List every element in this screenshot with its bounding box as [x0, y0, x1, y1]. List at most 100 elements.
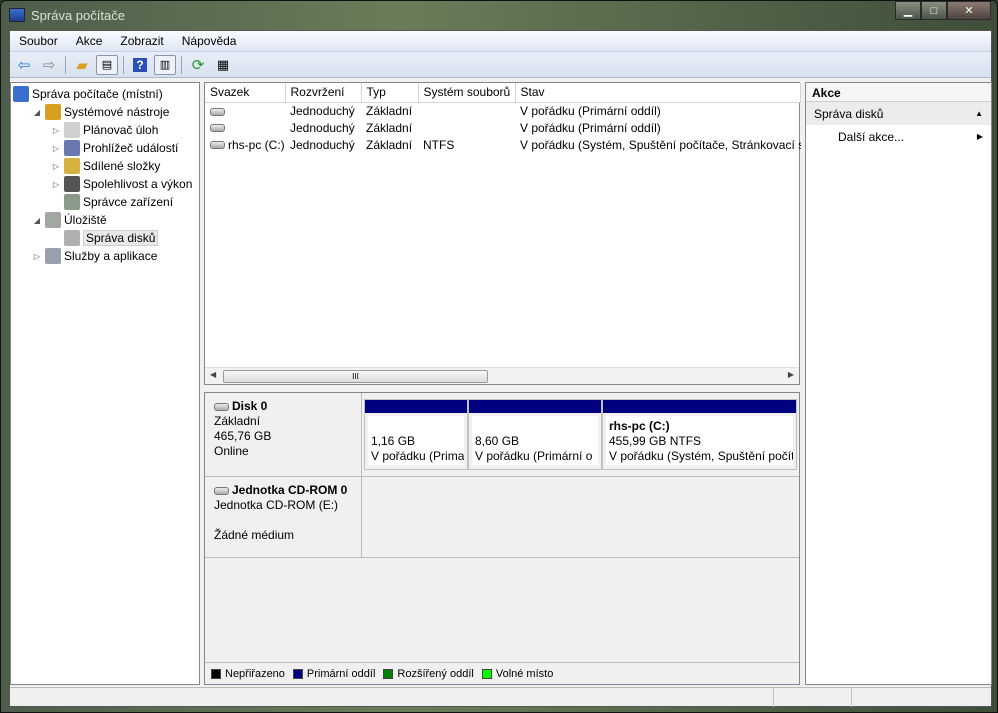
- menu-akce[interactable]: Akce: [67, 34, 112, 48]
- partition-size: 8,60 GB: [475, 434, 520, 448]
- properties-icon: ▦: [216, 56, 230, 72]
- back-button[interactable]: ⇦: [13, 55, 35, 75]
- expander-collapsed-icon[interactable]: ▷: [51, 180, 61, 189]
- partition-size: 1,16 GB: [371, 434, 416, 448]
- maximize-button[interactable]: □: [921, 1, 947, 20]
- window: Správa počítače ▁ □ ✕ Soubor Akce Zobraz…: [0, 0, 998, 713]
- help-button[interactable]: ?: [129, 55, 151, 75]
- collapse-up-icon: ▲: [975, 109, 983, 118]
- disk-row-disk-0[interactable]: Disk 0 Základní 465,76 GB Online 1,16 GB…: [205, 393, 799, 477]
- horizontal-scrollbar[interactable]: ◀ III ▶: [205, 367, 799, 384]
- table-row[interactable]: Jednoduchý Základní V pořádku (Primární od…: [205, 119, 801, 136]
- expander-collapsed-icon[interactable]: ▷: [32, 252, 42, 261]
- tree-node-label: Prohlížeč událostí: [83, 141, 179, 155]
- table-cell: rhs-pc (C:): [205, 136, 285, 153]
- primary-partition-bar: [603, 400, 796, 413]
- table-row[interactable]: Jednoduchý Základní V pořádku (Primární od…: [205, 102, 801, 119]
- tree-node[interactable]: ▷ Sdílené složky: [11, 157, 199, 175]
- column-header[interactable]: Stav: [515, 83, 801, 103]
- show-hide-tree-icon: ▤: [101, 59, 113, 71]
- tree-node-label: Správa disků: [83, 230, 159, 246]
- tree-node[interactable]: ◢ Systémové nástroje: [11, 103, 199, 121]
- expander-collapsed-icon[interactable]: ▷: [51, 126, 61, 135]
- legend-label: Rozšířený oddíl: [397, 667, 474, 680]
- show-hide-action-pane-icon: ▥: [159, 59, 171, 71]
- drive-letter: Jednotka CD-ROM (E:): [214, 498, 339, 512]
- disk-status: Online: [214, 444, 249, 458]
- navigation-tree: Správa počítače (místní) ◢ Systémové nástr…: [10, 82, 200, 685]
- menu-zobrazit[interactable]: Zobrazit: [111, 34, 172, 48]
- show-hide-action-pane-button[interactable]: ▥: [154, 54, 176, 75]
- refresh-icon: ⟳: [191, 56, 205, 74]
- actions-section[interactable]: Správa disků ▲: [806, 102, 991, 125]
- menu-bar: Soubor Akce Zobrazit Nápověda: [10, 31, 991, 52]
- table-cell: NTFS: [423, 137, 455, 152]
- minimize-button[interactable]: ▁: [895, 1, 921, 20]
- more-actions-item[interactable]: Další akce... ▶: [806, 125, 991, 148]
- expander-expanded-icon[interactable]: ◢: [32, 216, 42, 225]
- tree-node[interactable]: Správce zařízení: [11, 193, 199, 211]
- forward-button[interactable]: ⇨: [38, 55, 60, 75]
- tree-node[interactable]: Správa disků: [11, 229, 199, 247]
- show-hide-tree-button[interactable]: ▤: [96, 54, 118, 75]
- services-icon: [45, 248, 61, 264]
- help-icon: ?: [133, 57, 147, 72]
- title-bar: Správa počítače: [9, 5, 125, 25]
- scroll-right-icon[interactable]: ▶: [788, 370, 794, 379]
- actions-pane: Akce Správa disků ▲ Další akce... ▶: [805, 82, 992, 685]
- column-header[interactable]: Typ: [361, 83, 419, 103]
- tree-node-label: Spolehlivost a výkon: [83, 177, 193, 191]
- submenu-arrow-icon: ▶: [976, 132, 983, 141]
- expander-expanded-icon[interactable]: ◢: [32, 108, 42, 117]
- actions-section-label: Správa disků: [814, 106, 884, 121]
- partition-size: 455,99 GB NTFS: [609, 434, 702, 448]
- storage-icon: [45, 212, 61, 228]
- expander-collapsed-icon[interactable]: ▷: [51, 144, 61, 153]
- window-title: Správa počítače: [31, 7, 125, 23]
- client-area: Soubor Akce Zobrazit Nápověda ⇦ ⇨ ▰ ▤ ? …: [9, 30, 992, 707]
- table-row[interactable]: rhs-pc (C:) Jednoduchý Základní NTFS V pořád…: [205, 136, 801, 153]
- column-header[interactable]: Svazek: [205, 83, 286, 103]
- tree-node-label: Sdílené složky: [83, 159, 161, 173]
- primary-partition-bar: [469, 400, 601, 413]
- partition[interactable]: 1,16 GB V pořádku (Prima: [364, 399, 468, 470]
- disk-type: Základní: [214, 414, 261, 428]
- event-viewer-icon: [64, 140, 80, 156]
- tree-node[interactable]: Správa počítače (místní): [11, 85, 199, 103]
- disk-name: Disk 0: [232, 399, 268, 413]
- close-button[interactable]: ✕: [947, 1, 991, 20]
- tree-node-label: Systémové nástroje: [64, 105, 170, 119]
- partition-status: V pořádku (Systém, Spuštění počít: [609, 449, 793, 463]
- disk-status: Žádné médium: [214, 528, 295, 542]
- partition-name: rhs-pc (C:): [609, 419, 670, 433]
- tree-node[interactable]: ▷ Plánovač úloh: [11, 121, 199, 139]
- legend: Nepřiřazeno Primární oddíl Rozšířený oddíl…: [205, 662, 799, 684]
- disk-management-icon: [64, 230, 80, 246]
- properties-button[interactable]: ▦: [212, 55, 234, 75]
- legend-label: Nepřiřazeno: [225, 667, 285, 680]
- disk-label[interactable]: Disk 0 Základní 465,76 GB Online: [205, 393, 362, 476]
- tree-node[interactable]: ▷ Prohlížeč událostí: [11, 139, 199, 157]
- scrollbar-thumb[interactable]: III: [223, 370, 488, 383]
- tree-node[interactable]: ▷ Služby a aplikace: [11, 247, 199, 265]
- volume-icon: [210, 124, 225, 133]
- refresh-button[interactable]: ⟳: [187, 55, 209, 75]
- disk-row-cdrom-0[interactable]: Jednotka CD-ROM 0 Jednotka CD-ROM (E:) Ž…: [205, 477, 799, 558]
- volume-icon: [210, 141, 225, 150]
- menu-napoveda[interactable]: Nápověda: [173, 34, 246, 48]
- tree-node[interactable]: ◢ Úložiště: [11, 211, 199, 229]
- tree-node[interactable]: ▷ Spolehlivost a výkon: [11, 175, 199, 193]
- column-header[interactable]: Rozvržení: [285, 83, 362, 103]
- cd-rom-icon: [214, 486, 229, 495]
- column-header[interactable]: Systém souborů: [418, 83, 516, 103]
- scroll-left-icon[interactable]: ◀: [210, 370, 216, 379]
- menu-soubor[interactable]: Soubor: [10, 34, 67, 48]
- table-cell: [205, 102, 285, 119]
- legend-label: Volné místo: [495, 667, 554, 680]
- partition-status: V pořádku (Primární o: [475, 449, 593, 463]
- partition[interactable]: 8,60 GB V pořádku (Primární o: [468, 399, 602, 470]
- disk-label[interactable]: Jednotka CD-ROM 0 Jednotka CD-ROM (E:) Ž…: [205, 477, 362, 557]
- up-button[interactable]: ▰: [71, 55, 93, 75]
- partition-c[interactable]: rhs-pc (C:) 455,99 GB NTFS V pořádku (Syst…: [602, 399, 797, 470]
- expander-collapsed-icon[interactable]: ▷: [51, 162, 61, 171]
